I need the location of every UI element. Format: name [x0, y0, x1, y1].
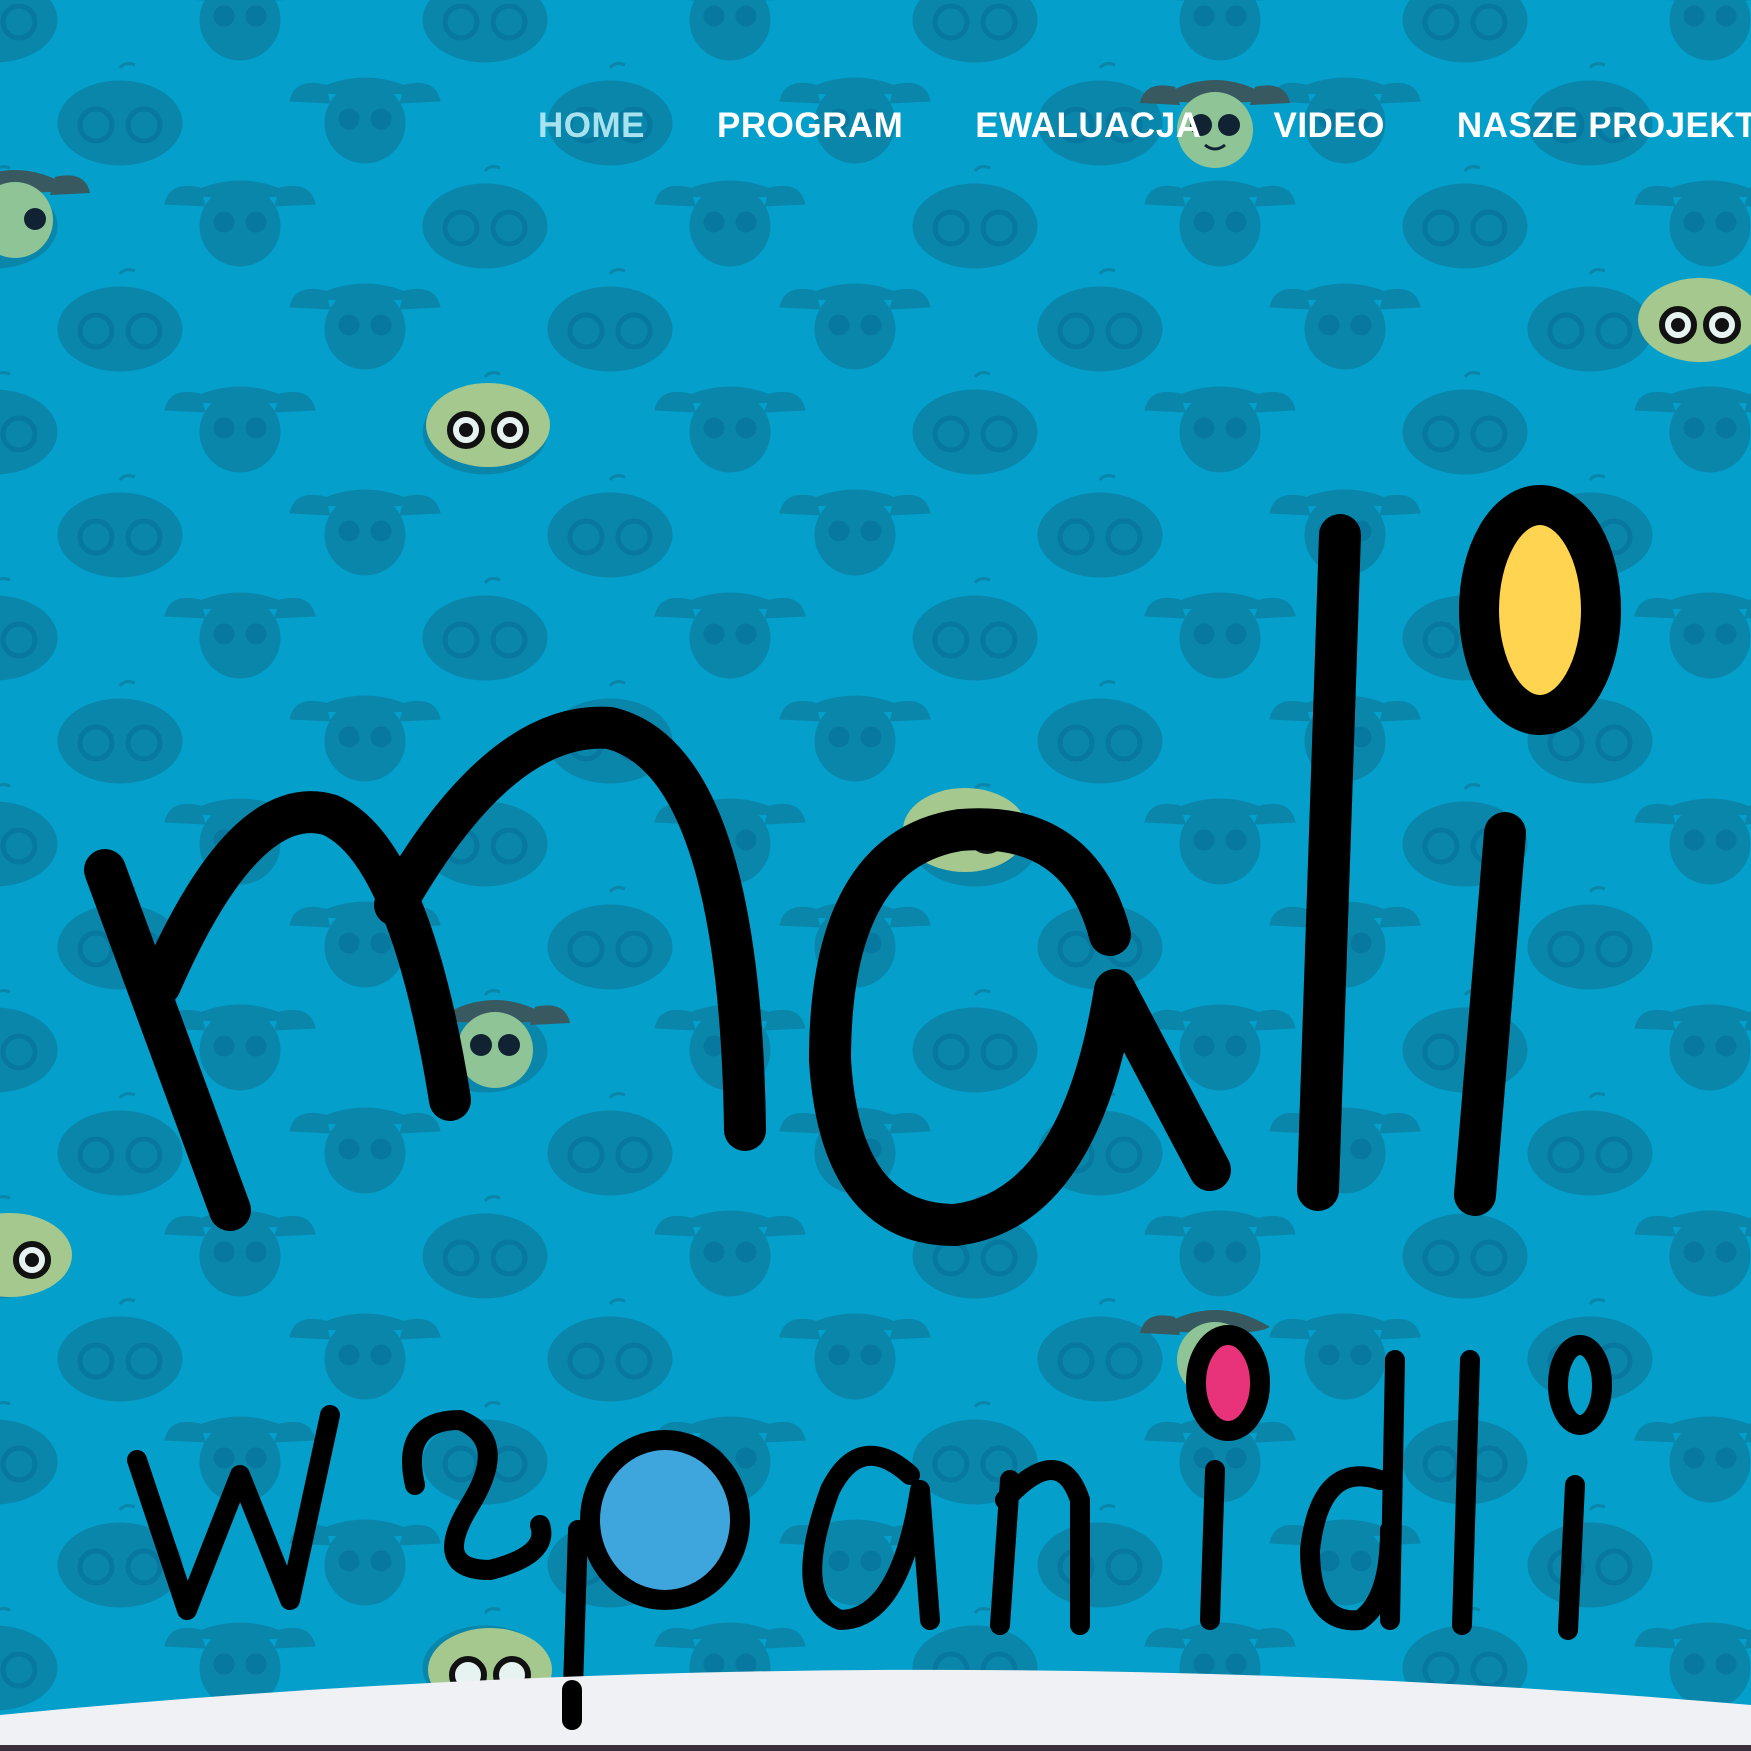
logo-letter-i [1454, 812, 1526, 1216]
logo-dot-pink [1186, 1325, 1270, 1441]
logo-letter-a2 [802, 1445, 940, 1630]
logo-letter-a [809, 808, 1231, 1246]
logo-letter-s [402, 1410, 552, 1580]
logo-letter-l [1297, 514, 1361, 1211]
logo-letter-i2 [1200, 1460, 1225, 1630]
logo-dot-blue [580, 1430, 750, 1610]
bottom-wave [0, 1669, 1751, 1751]
logo-letter-l2 [1452, 1350, 1480, 1635]
bottom-bar [0, 1745, 1751, 1751]
mali-wspaniali-logo [0, 485, 1751, 1751]
logo-dot-yellow [1459, 485, 1621, 735]
logo-letter-m [84, 706, 766, 1231]
logo-letter-w [127, 1405, 340, 1620]
logo-letter-i3 [1558, 1475, 1585, 1640]
logo-letter-n [990, 1460, 1090, 1635]
logo-letter-d [1300, 1350, 1405, 1631]
